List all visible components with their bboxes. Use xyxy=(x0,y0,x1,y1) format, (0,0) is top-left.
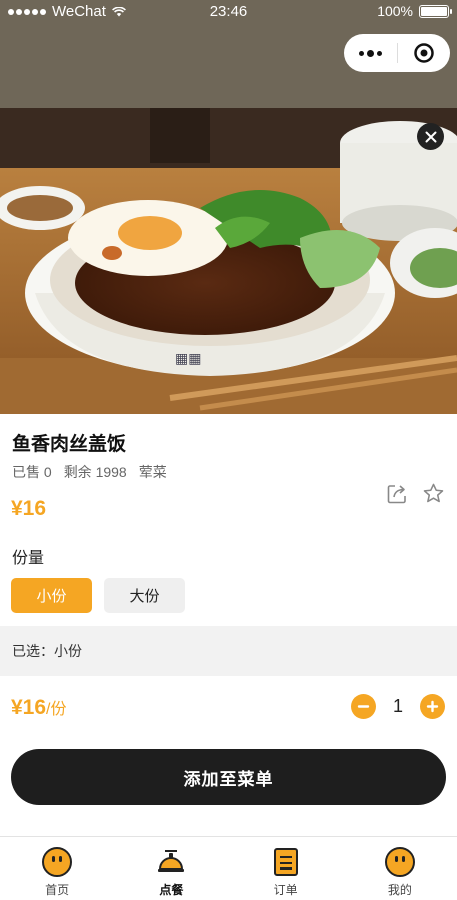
tab-mine[interactable]: 我的 xyxy=(343,837,457,900)
more-icon[interactable] xyxy=(344,49,397,57)
svg-text:▦▦: ▦▦ xyxy=(175,351,201,367)
minus-icon[interactable] xyxy=(351,694,376,719)
total-amount: ¥16 xyxy=(11,696,47,719)
quantity-value: 1 xyxy=(392,696,403,716)
tab-orders-label: 订单 xyxy=(273,883,298,897)
tab-order-food[interactable]: 点餐 xyxy=(114,837,228,900)
share-icon[interactable] xyxy=(386,483,408,505)
portion-option-small[interactable]: 小份 xyxy=(11,578,92,613)
product-meta: 已售 0 剩余 1998 荤菜 xyxy=(12,462,167,482)
service-bell-icon xyxy=(158,850,185,872)
tab-home[interactable]: 首页 xyxy=(0,837,114,900)
category-tag: 荤菜 xyxy=(138,464,167,480)
close-miniprogram-icon[interactable] xyxy=(398,42,450,64)
remaining-count: 剩余 1998 xyxy=(63,464,127,480)
miniprogram-capsule xyxy=(344,34,450,72)
battery-label: 100% xyxy=(377,3,413,19)
order-panel: ¥16/份 1 添加至菜单 xyxy=(0,676,457,836)
plus-icon[interactable] xyxy=(420,694,445,719)
smiley-icon xyxy=(384,847,415,877)
portion-option-large[interactable]: 大份 xyxy=(104,578,185,613)
portion-label: 份量 xyxy=(12,550,45,567)
quantity-stepper: 1 xyxy=(351,694,445,719)
add-to-menu-button[interactable]: 添加至菜单 xyxy=(11,749,446,805)
sold-count: 已售 0 xyxy=(12,464,52,480)
total-price: ¥16/份 xyxy=(11,695,67,720)
battery-icon xyxy=(419,4,452,18)
tab-order-food-label: 点餐 xyxy=(159,883,184,897)
product-photo: ▦▦ xyxy=(0,108,457,414)
tab-orders[interactable]: 订单 xyxy=(229,837,343,900)
tab-home-label: 首页 xyxy=(45,883,70,897)
selected-summary: 已选：小份 xyxy=(0,626,457,676)
tab-bar: 首页 点餐 订单 我的 xyxy=(0,836,457,900)
product-info: 鱼香肉丝盖饭 已售 0 剩余 1998 荤菜 ¥16 份量 小份 大份 xyxy=(0,414,457,626)
order-list-icon xyxy=(273,848,298,876)
favorite-star-icon[interactable] xyxy=(422,482,445,505)
close-icon[interactable] xyxy=(417,123,444,150)
product-price: ¥16 xyxy=(11,497,47,520)
top-header: WeChat 23:46 100% xyxy=(0,0,457,108)
smiley-icon xyxy=(42,847,73,877)
product-name: 鱼香肉丝盖饭 xyxy=(12,434,127,455)
tab-mine-label: 我的 xyxy=(387,883,412,897)
price-unit: /份 xyxy=(46,701,67,718)
status-bar: WeChat 23:46 100% xyxy=(0,0,457,24)
